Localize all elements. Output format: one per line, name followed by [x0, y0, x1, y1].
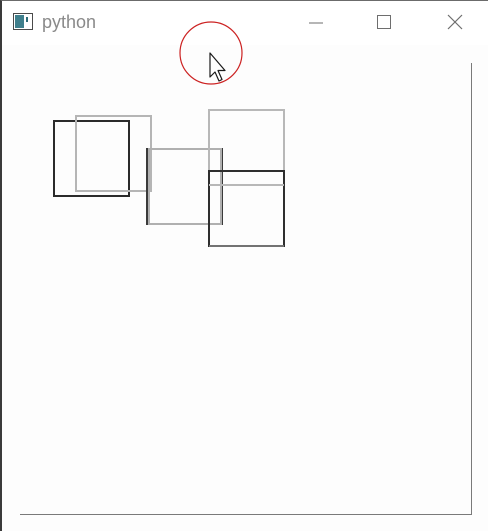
title-bar[interactable]: python	[2, 1, 488, 45]
close-icon	[447, 14, 463, 30]
python-window-icon	[13, 13, 33, 30]
maximize-icon	[377, 15, 391, 29]
square-1	[53, 120, 130, 197]
square-2	[75, 115, 152, 192]
square-3	[146, 148, 223, 225]
square-4	[148, 148, 222, 225]
canvas-area[interactable]	[2, 45, 488, 531]
minimize-icon	[309, 22, 323, 24]
window-title: python	[42, 12, 97, 32]
drawing-canvas[interactable]	[2, 45, 488, 531]
maximize-button[interactable]	[361, 1, 407, 45]
close-button[interactable]	[432, 1, 478, 45]
python-window: python	[0, 0, 488, 531]
minimize-button[interactable]	[292, 1, 338, 45]
